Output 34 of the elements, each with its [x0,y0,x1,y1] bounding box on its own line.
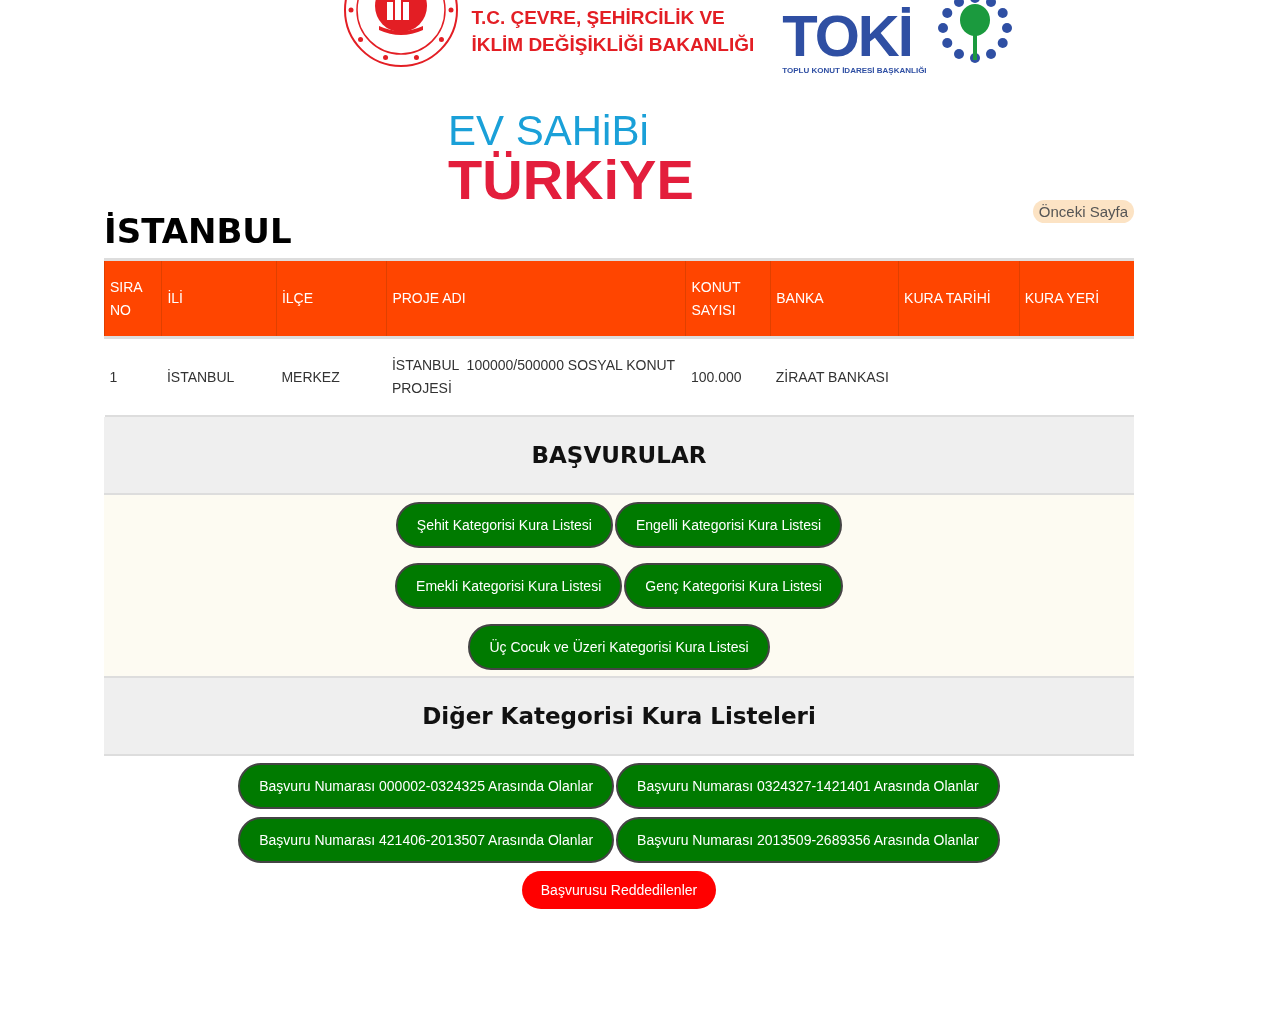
campaign-logo-text: TÜRKiYE [448,152,694,208]
toki-logo-text: TOKİ [782,6,912,66]
column-header: PROJE ADI [386,259,686,338]
list-button[interactable]: Başvuru Numarası 421406-2013507 Arasında Olanlar [238,817,615,863]
column-header: KURA YERİ [1019,259,1134,338]
list-button[interactable]: Başvuru Numarası 2013509-2689356 Arasında Olanlar [616,817,1000,863]
list-button[interactable]: Emekli Kategorisi Kura Listesi [395,563,623,609]
table-cell: 100.000 [686,337,771,416]
table-cell: 1 [104,337,162,416]
table-cell: ZİRAAT BANKASI [770,337,899,416]
list-button[interactable]: Engelli Kategorisi Kura Listesi [614,502,843,548]
column-header: SIRA NO [104,259,162,338]
section-title: BAŞVURULAR [531,442,707,468]
back-link[interactable]: Önceki Sayfa [1032,200,1134,223]
list-button[interactable]: Şehit Kategorisi Kura Listesi [395,502,613,548]
column-header: İLİ [161,259,277,338]
campaign-logo-text: EV SAHiBi [448,110,649,152]
table-cell: MERKEZ [276,337,387,416]
city-title: İSTANBUL [104,210,292,253]
list-button[interactable]: Başvuru Numarası 0324327-1421401 Arasında Olanlar [616,763,1000,809]
table-cell: İSTANBUL [161,337,277,416]
list-button[interactable]: Üç Cocuk ve Üzeri Kategorisi Kura Listesi [468,624,770,670]
list-button[interactable]: Başvurusu Reddedilenler [521,871,717,909]
list-button[interactable]: Genç Kategorisi Kura Listesi [624,563,843,609]
list-button[interactable]: Başvuru Numarası 000002-0324325 Arasında Olanlar [238,763,615,809]
ministry-name: İKLİM DEĞİŞİKLİĞİ BAKANLIĞI [471,33,755,57]
column-header: KONUT SAYISI [686,259,771,338]
column-header: KURA TARİHİ [898,259,1020,338]
ministry-name: T.C. ÇEVRE, ŞEHİRCİLİK VE [471,6,726,30]
column-header: İLÇE [276,259,387,338]
toki-subtitle: TOPLU KONUT İDARESİ BAŞKANLIĞI [782,66,927,75]
section-title: Diğer Kategorisi Kura Listeleri [422,703,816,729]
column-header: BANKA [770,259,899,338]
table-cell: İSTANBUL 100000/500000 SOSYAL KONUT PROJESİ [386,337,686,416]
